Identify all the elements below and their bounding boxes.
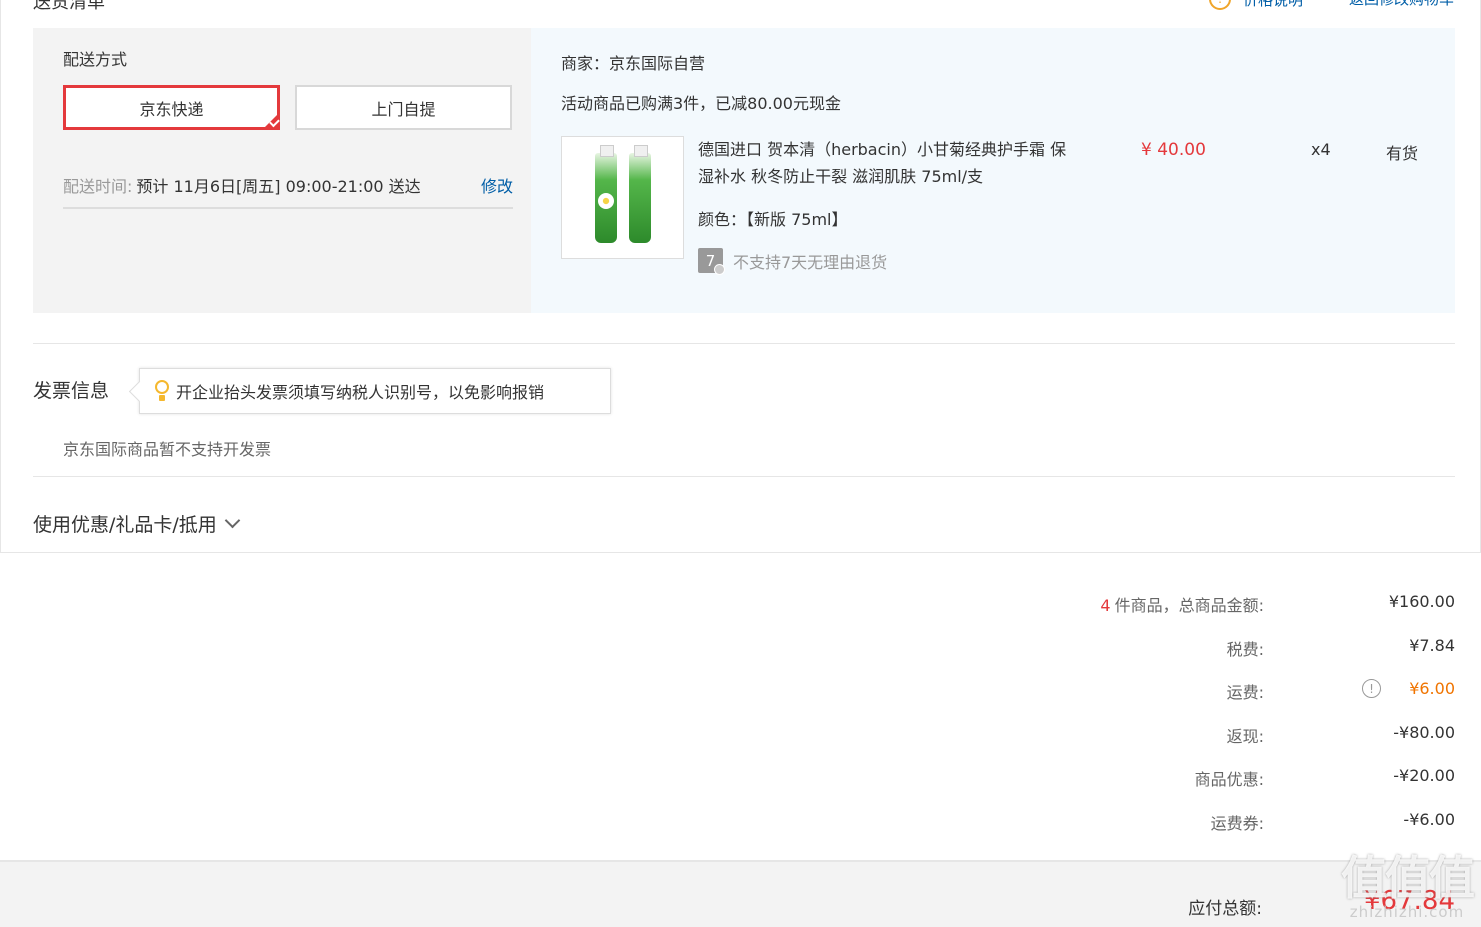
site-watermark: 值值值 zhizhizhi.com [1341,851,1475,921]
invoice-title: 发票信息 [33,380,110,402]
stock-status: 有货 [1386,144,1419,163]
cashback-value: -¥80.00 [1393,723,1455,742]
shipping-option-jd-express[interactable]: 京东快递 [63,85,280,130]
product-quantity: x4 [1311,140,1331,159]
discount-label: 商品优惠: [1194,770,1264,789]
check-icon [262,112,280,130]
freight-coupon-row: 运费券: -¥6.00 [0,810,1481,834]
watermark-logo: 值值值 [1341,851,1475,905]
coupon-label: 使用优惠/礼品卡/抵用 [33,514,217,536]
cashback-label: 返现: [1226,727,1264,746]
divider [33,476,1455,477]
freight-coupon-label: 运费券: [1210,814,1264,833]
discount-value: -¥20.00 [1393,766,1455,785]
order-card: 送货清单 ! 价格说明 返回修改购物车 配送方式 京东快递 上门自提 配送时间:… [0,0,1481,553]
top-links: ! 价格说明 返回修改购物车 [1208,0,1454,10]
goods-total-label: 4 件商品，总商品金额: [1100,596,1264,615]
shipping-label: 配送方式 [63,50,128,69]
freight-coupon-value: -¥6.00 [1403,810,1455,829]
merchant-name: 商家：京东国际自营 [561,54,706,73]
invoice-tip: 开企业抬头发票须填写纳税人识别号，以免影响报销 [139,368,611,414]
freight-row: 运费: ! ¥6.00 [0,679,1481,703]
product-tube-image [594,144,617,243]
price-note-label: 价格说明 [1243,0,1303,10]
goods-total-row: 4 件商品，总商品金额: ¥160.00 [0,592,1481,616]
shipping-option-label: 京东快递 [139,99,204,119]
shipping-time-row: 配送时间: 预计 11月6日[周五] 09:00-21:00 送达 修改 [63,173,513,209]
product-price: ¥ 40.00 [1141,140,1206,160]
goods-total-value: ¥160.00 [1388,592,1455,611]
invoice-note: 京东国际商品暂不支持开发票 [63,440,272,459]
section-title: 送货清单 [33,0,105,13]
coupon-toggle[interactable]: 使用优惠/礼品卡/抵用 [33,510,241,537]
promo-text: 活动商品已购满3件，已减80.00元现金 [561,94,841,113]
info-icon[interactable]: ! [1362,679,1381,698]
product-color: 颜色：【新版 75ml】 [698,210,848,229]
shipping-time-label: 配送时间: [63,177,133,196]
discount-row: 商品优惠: -¥20.00 [0,766,1481,790]
modify-time-link[interactable]: 修改 [481,173,513,197]
shipping-option-label: 上门自提 [371,99,436,119]
warning-icon: ! [1208,0,1231,10]
back-to-cart-link[interactable]: 返回修改购物车 [1349,0,1454,10]
product-tube-image [628,144,651,243]
return-policy-text: 不支持7天无理由退货 [733,252,888,272]
freight-label: 运费: [1226,683,1264,702]
invoice-tip-text: 开企业抬头发票须填写纳税人识别号，以免影响报销 [176,383,545,402]
shipping-time-value: 预计 11月6日[周五] 09:00-21:00 送达 [136,177,421,196]
tax-label: 税费: [1226,640,1264,659]
watermark-domain: zhizhizhi.com [1349,903,1465,921]
price-note-link[interactable]: ! 价格说明 [1208,0,1303,10]
payable-label: 应付总额: [1188,899,1262,919]
product-name-link[interactable]: 德国进口 贺本清（herbacin）小甘菊经典护手霜 保湿补水 秋冬防止干裂 滋… [698,136,1078,190]
cashback-row: 返现: -¥80.00 [0,723,1481,747]
tax-row: 税费: ¥7.84 [0,636,1481,660]
goods-panel: 商家：京东国际自营 活动商品已购满3件，已减80.00元现金 德国进口 贺本清（… [531,28,1455,313]
payable-bar: 应付总额: ¥67.84 [0,860,1481,927]
lightbulb-icon [154,380,170,402]
freight-value: ¥6.00 [1409,679,1455,698]
return-policy: 7 不支持7天无理由退货 [698,248,888,275]
divider [33,343,1455,344]
chevron-down-icon [224,512,241,529]
product-thumbnail[interactable] [561,136,684,259]
shipping-option-pickup[interactable]: 上门自提 [295,85,512,130]
tax-value: ¥7.84 [1409,636,1455,655]
no-return-icon: 7 [698,248,725,275]
goods-count: 4 [1100,596,1111,615]
shipping-panel: 配送方式 京东快递 上门自提 配送时间: 预计 11月6日[周五] 09:00-… [33,28,531,313]
